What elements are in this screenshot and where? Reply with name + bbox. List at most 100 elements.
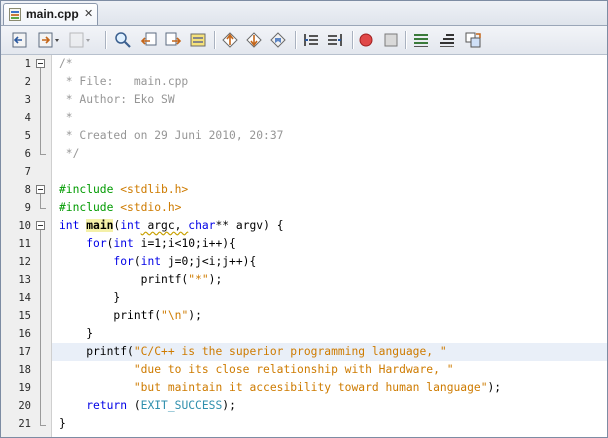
find-next-button[interactable] [163,30,183,50]
code-line-11: for(int i=1;i<10;i++){ [59,235,236,253]
find-selection-button[interactable] [113,30,133,50]
tab-main-cpp[interactable]: main.cpp ✕ [3,3,98,25]
code-line-10: int main(int argc, char** argv) { [59,217,284,235]
keyword: for [113,255,134,268]
string-literal: "due to its close relationship with Hard… [133,363,454,376]
code-line-13: printf("*"); [59,271,223,289]
toggle-highlight-button[interactable] [188,30,208,50]
fold-toggle-comment[interactable] [36,59,45,68]
shift-right-button[interactable] [244,30,264,50]
code-text: printf( [59,345,134,358]
string-literal: "*" [188,273,209,286]
last-edit-icon [69,32,90,48]
line-number: 21 [18,418,31,430]
function-name: main [86,219,114,232]
code-text: i=1;i<10;i++){ [133,237,236,250]
line-number: 14 [18,292,31,304]
find-previous-icon [140,32,157,46]
fold-toggle-includes[interactable] [36,185,45,194]
shift-right-icon [328,34,342,46]
line-number: 11 [18,238,31,250]
preprocessor-directive: #include [59,201,114,214]
editor-window: main.cpp ✕ 1 2 3 4 5 6 7 8 9 10 11 12 13… [0,0,608,438]
line-number: 12 [18,256,31,268]
next-occurrence-icon [246,32,262,48]
keyword: char [188,219,216,232]
cpp-file-icon [9,8,21,21]
fold-end [40,208,46,209]
next-bookmark-button[interactable] [325,30,345,50]
toolbar-separator [352,31,354,49]
fold-guide [40,194,41,209]
code-line-14: } [59,291,121,304]
line-number: 16 [18,328,31,340]
tab-strip: main.cpp ✕ [1,1,607,26]
close-icon[interactable]: ✕ [84,7,93,20]
code-text: printf( [59,309,162,322]
comment-button[interactable] [411,30,431,50]
fold-toggle-main[interactable] [36,221,45,230]
code-line-19: "but maintain it accesibility toward hum… [59,379,501,397]
magnifier-icon [115,32,131,48]
forward-dropdown-button[interactable] [36,30,62,50]
shift-left-icon [304,34,318,46]
string-literal: "C/C++ is the superior programming langu… [133,345,447,358]
keyword: int [120,219,141,232]
forward-icon [38,32,59,48]
line-number: 17 [18,346,31,358]
start-macro-button[interactable] [356,30,376,50]
find-previous-button[interactable] [139,30,159,50]
code-text: ** argv) { [215,219,284,232]
line-number: 9 [24,202,31,214]
shift-left-button[interactable] [220,30,240,50]
stop-macro-button[interactable] [381,30,401,50]
keyword: int [113,237,134,250]
code-text: ); [208,273,223,286]
code-line-21: } [59,417,66,430]
code-text: ); [487,381,502,394]
code-line-18: "due to its close relationship with Hard… [59,361,454,379]
code-line-9: #include <stdio.h> [59,199,181,217]
comment-icon [414,34,428,47]
code-text: ); [222,399,236,412]
format-button[interactable] [463,30,483,50]
stop-icon [384,33,398,47]
editor-toolbar [1,26,607,55]
back-button[interactable] [10,30,30,50]
previous-bookmark-button[interactable] [301,30,321,50]
back-icon [12,32,27,48]
uncomment-button[interactable] [437,30,457,50]
code-line-6: */ [59,147,80,160]
line-number: 10 [18,220,31,232]
tab-label: main.cpp [26,7,79,21]
code-line-20: return (EXIT_SUCCESS); [59,397,236,415]
string-literal: " [161,309,168,322]
uncomment-icon [440,34,454,47]
code-line-16: } [59,327,94,340]
code-text: ( [133,255,141,268]
fold-guide [40,230,41,426]
toolbar-separator [405,31,407,49]
keyword: int [59,219,80,232]
line-number: 1 [24,58,31,70]
include-path: <stdio.h> [113,201,182,214]
fold-end [40,425,46,426]
line-number: 19 [18,382,31,394]
toolbar-separator [105,31,107,49]
toolbar-separator [295,31,297,49]
preprocessor-directive: #include [59,183,114,196]
line-number: 13 [18,274,31,286]
line-number: 18 [18,364,31,376]
keyword: for [86,237,107,250]
code-text: printf( [59,273,189,286]
toggle-bookmark-button[interactable] [268,30,288,50]
last-edit-button[interactable] [67,30,93,50]
string-literal: "but maintain it accesibility toward hum… [133,381,488,394]
code-editor[interactable]: 1 2 3 4 5 6 7 8 9 10 11 12 13 14 15 16 1… [1,55,607,437]
code-line-1: /* [59,57,73,70]
record-icon [359,33,373,47]
